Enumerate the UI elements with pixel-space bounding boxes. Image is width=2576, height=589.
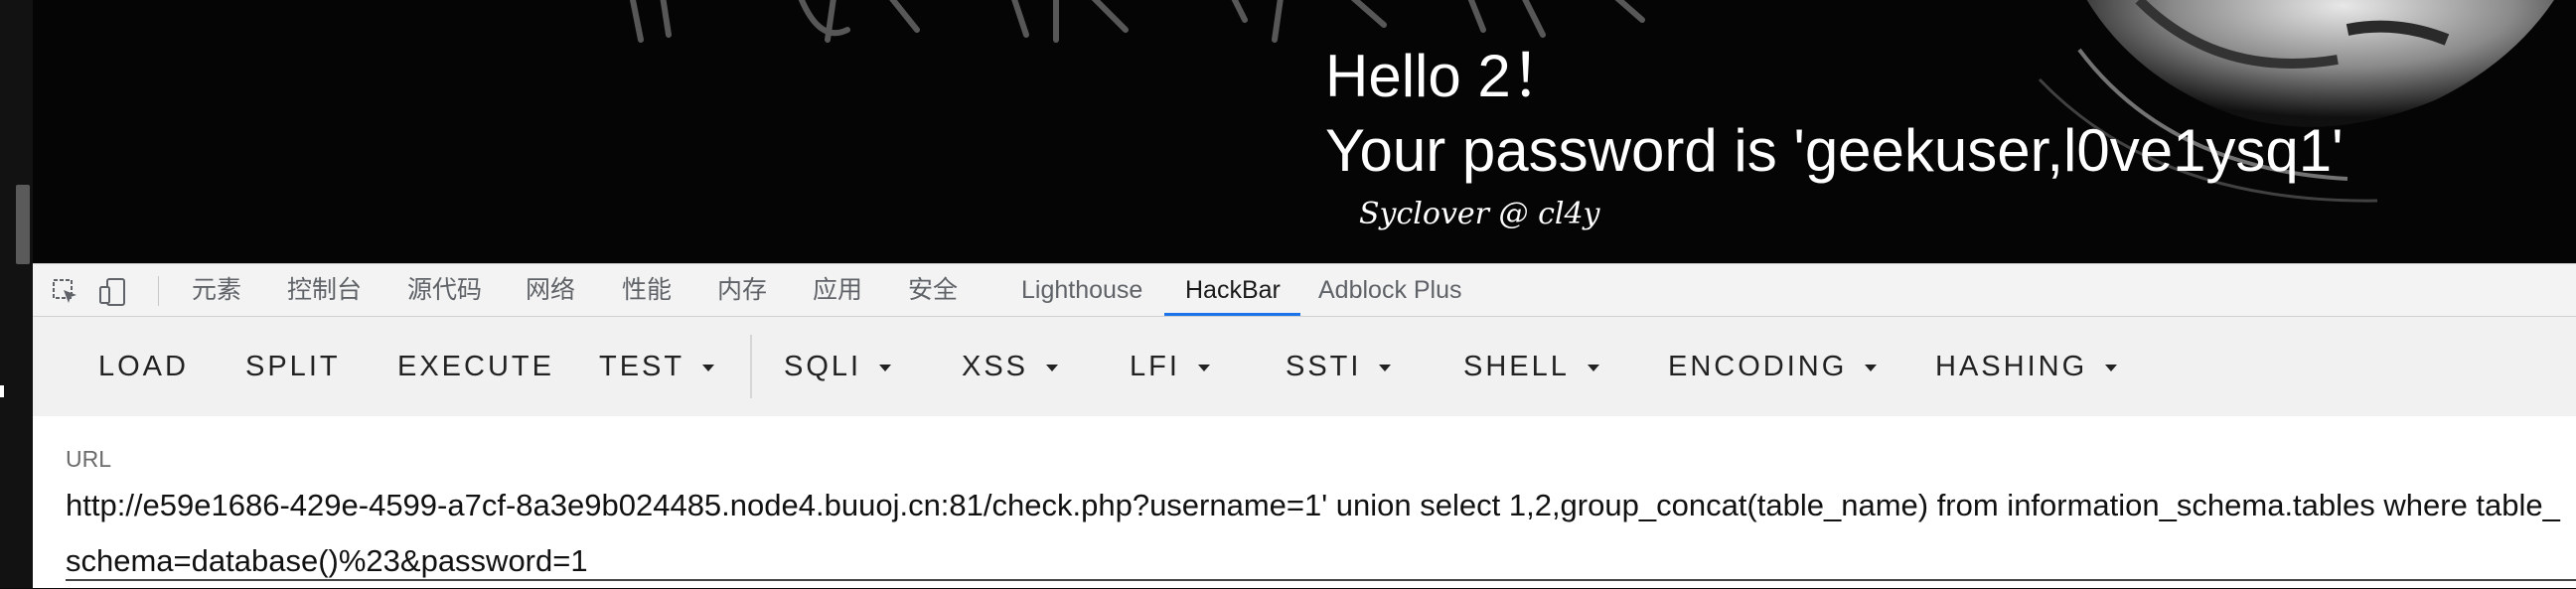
caret-down-icon <box>2105 364 2118 371</box>
signature-text: Syclover @ cl4y <box>1359 197 1600 231</box>
ssti-label: SSTI <box>1286 351 1362 382</box>
url-field-label: URL <box>66 446 112 472</box>
test-label: TEST <box>599 351 685 382</box>
execute-button[interactable]: EXECUTE <box>397 347 554 386</box>
caret-down-icon <box>1046 364 1059 371</box>
test-dropdown-button[interactable]: TEST <box>599 347 715 386</box>
toolbar-separator <box>750 335 752 398</box>
left-sidebar-strip <box>0 0 33 588</box>
lfi-dropdown-button[interactable]: LFI <box>1130 347 1210 386</box>
caret-down-icon <box>879 364 892 371</box>
url-textarea[interactable]: http://e59e1686-429e-4599-a7cf-8a3e9b024… <box>66 478 2569 589</box>
hello-heading: Hello 2！ <box>1325 43 1571 109</box>
sqli-dropdown-button[interactable]: SQLI <box>784 347 892 386</box>
execute-label: EXECUTE <box>397 351 554 382</box>
ssti-dropdown-button[interactable]: SSTI <box>1286 347 1392 386</box>
tab-network[interactable]: 网络 <box>526 264 575 316</box>
caret-down-icon <box>702 364 715 371</box>
password-message: Your password is 'geekuser,l0ve1ysq1' <box>1325 117 2344 184</box>
tab-elements[interactable]: 元素 <box>192 264 241 316</box>
lfi-label: LFI <box>1130 351 1180 382</box>
shell-label: SHELL <box>1463 351 1570 382</box>
hackbar-toolbar: LOAD SPLIT EXECUTE TEST SQLI XSS LFI SST… <box>33 317 2576 416</box>
scrollbar-thumb[interactable] <box>16 185 30 264</box>
load-button[interactable]: LOAD <box>98 347 189 386</box>
tab-memory[interactable]: 内存 <box>717 264 767 316</box>
tab-sources[interactable]: 源代码 <box>407 264 482 316</box>
page-viewport: Hello 2！ Your password is 'geekuser,l0ve… <box>33 0 2576 263</box>
inspect-element-icon[interactable] <box>51 277 80 307</box>
edge-marker <box>0 385 4 397</box>
xss-dropdown-button[interactable]: XSS <box>962 347 1059 386</box>
url-panel: URL http://e59e1686-429e-4599-a7cf-8a3e9… <box>33 416 2576 588</box>
caret-down-icon <box>1587 364 1599 371</box>
caret-down-icon <box>1379 364 1392 371</box>
split-label: SPLIT <box>245 351 341 382</box>
tab-lighthouse[interactable]: Lighthouse <box>1021 264 1142 316</box>
tab-console[interactable]: 控制台 <box>287 264 362 316</box>
devtools-tab-bar: 元素 控制台 源代码 网络 性能 内存 应用 安全 Lighthouse Hac… <box>33 263 2576 317</box>
encoding-label: ENCODING <box>1668 351 1848 382</box>
url-field-underline <box>66 579 2576 581</box>
hashing-dropdown-button[interactable]: HASHING <box>1935 347 2118 386</box>
device-toggle-icon[interactable] <box>98 277 128 307</box>
sqli-label: SQLI <box>784 351 862 382</box>
background-lettering <box>629 0 1645 43</box>
tab-adblock-plus[interactable]: Adblock Plus <box>1318 264 1462 316</box>
caret-down-icon <box>1865 364 1878 371</box>
devtools-separator <box>158 276 159 306</box>
tab-performance[interactable]: 性能 <box>622 264 672 316</box>
encoding-dropdown-button[interactable]: ENCODING <box>1668 347 1878 386</box>
xss-label: XSS <box>962 351 1029 382</box>
caret-down-icon <box>1197 364 1210 371</box>
split-button[interactable]: SPLIT <box>245 347 341 386</box>
active-tab-indicator <box>1164 313 1300 316</box>
tab-application[interactable]: 应用 <box>813 264 862 316</box>
tab-hackbar[interactable]: HackBar <box>1185 264 1281 316</box>
hashing-label: HASHING <box>1935 351 2088 382</box>
shell-dropdown-button[interactable]: SHELL <box>1463 347 1599 386</box>
load-label: LOAD <box>98 351 189 382</box>
tab-security[interactable]: 安全 <box>908 264 958 316</box>
